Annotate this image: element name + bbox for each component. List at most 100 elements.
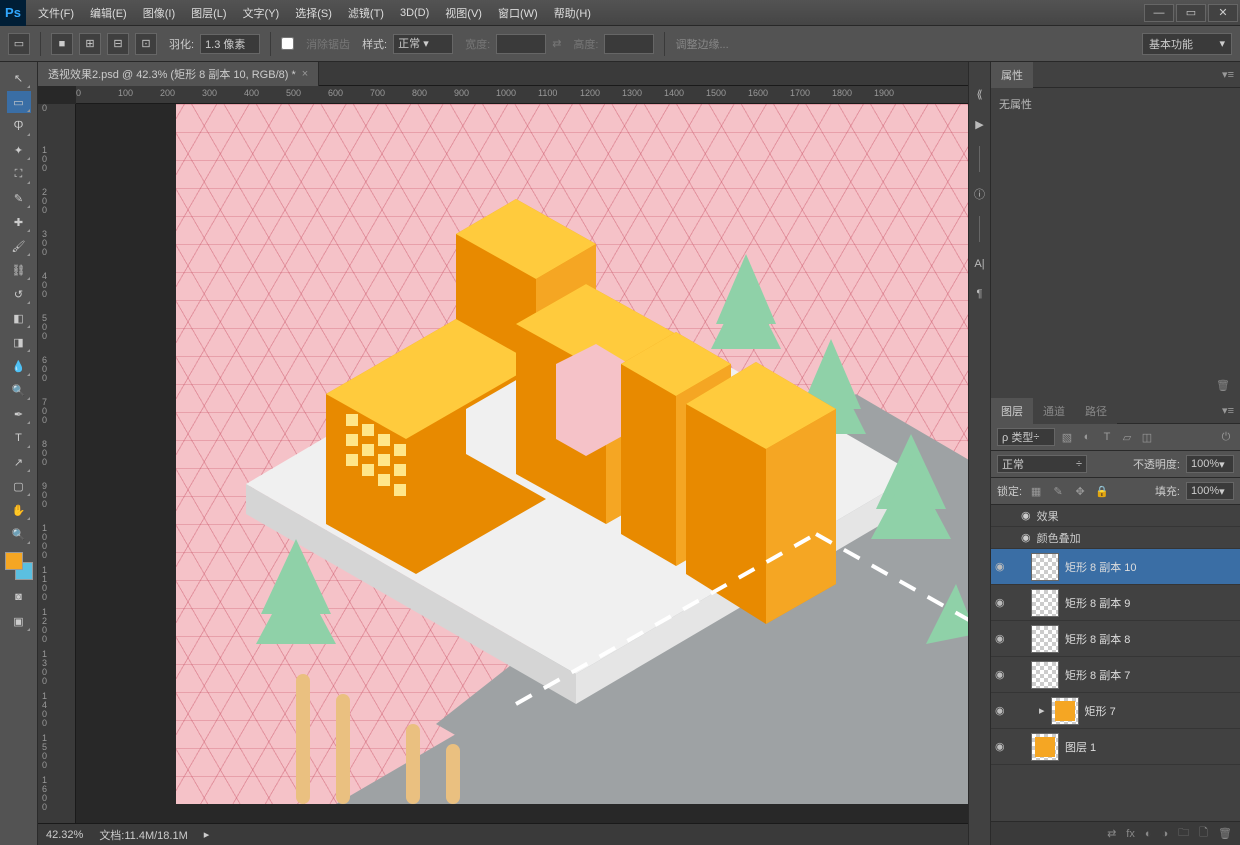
style-select[interactable]: 正常 ▾ <box>393 34 453 54</box>
layer-row[interactable]: ◉矩形 8 副本 10 <box>991 549 1240 585</box>
quickmask-tool[interactable]: ◙ <box>7 586 31 608</box>
menu-view[interactable]: 视图(V) <box>437 0 490 26</box>
filter-toggle-icon[interactable]: ⏻ <box>1218 429 1234 445</box>
filter-adjust-icon[interactable]: ◐ <box>1079 429 1095 445</box>
menu-select[interactable]: 选择(S) <box>287 0 340 26</box>
link-icon[interactable]: ⇄ <box>1107 827 1116 840</box>
fx-color-overlay-row[interactable]: ◉ 颜色叠加 <box>991 527 1240 549</box>
doc-size[interactable]: 文档:11.4M/18.1M <box>99 827 187 843</box>
fx-eye-icon[interactable]: ◉ <box>1021 531 1031 544</box>
hand-tool[interactable]: ✋ <box>7 499 31 521</box>
menu-type[interactable]: 文字(Y) <box>235 0 288 26</box>
channels-tab[interactable]: 通道 <box>1033 398 1075 424</box>
eraser-tool[interactable]: ◧ <box>7 307 31 329</box>
crop-tool[interactable]: ⛶ <box>7 163 31 185</box>
layer-thumbnail[interactable] <box>1031 661 1059 689</box>
fx-collapse-icon[interactable]: ◉ <box>1021 509 1031 522</box>
delete-icon[interactable]: 🗑 <box>1218 827 1232 840</box>
healing-tool[interactable]: ✚ <box>7 211 31 233</box>
brush-tool[interactable]: 🖌 <box>7 235 31 257</box>
document-tab[interactable]: 透视效果2.psd @ 42.3% (矩形 8 副本 10, RGB/8) * … <box>38 62 319 86</box>
wand-tool[interactable]: ✦ <box>7 139 31 161</box>
mask-icon[interactable]: ◐ <box>1145 828 1152 840</box>
color-swatches[interactable] <box>5 552 33 580</box>
dock-play-icon[interactable]: ▶ <box>972 116 988 132</box>
layer-thumbnail[interactable] <box>1031 625 1059 653</box>
canvas[interactable] <box>176 104 968 804</box>
history-brush-tool[interactable]: ↺ <box>7 283 31 305</box>
menu-window[interactable]: 窗口(W) <box>490 0 546 26</box>
feather-input[interactable] <box>200 34 260 54</box>
filter-type-icon[interactable]: T <box>1099 429 1115 445</box>
opacity-input[interactable]: 100% ▾ <box>1186 455 1234 473</box>
canvas-viewport[interactable] <box>76 104 968 823</box>
maximize-button[interactable]: ▭ <box>1176 4 1206 22</box>
dock-character-icon[interactable]: A| <box>972 256 988 272</box>
zoom-value[interactable]: 42.32% <box>46 829 83 841</box>
paths-tab[interactable]: 路径 <box>1075 398 1117 424</box>
dock-paragraph-icon[interactable]: ¶ <box>972 286 988 302</box>
stamp-tool[interactable]: ⛓ <box>7 259 31 281</box>
panel-menu-icon[interactable]: ▾≡ <box>1216 68 1240 81</box>
shape-tool[interactable]: ▢ <box>7 475 31 497</box>
properties-tab[interactable]: 属性 <box>991 62 1033 88</box>
visibility-icon[interactable]: ◉ <box>995 704 1009 718</box>
adjustment-icon[interactable]: ◑ <box>1162 828 1169 840</box>
foreground-color-swatch[interactable] <box>5 552 23 570</box>
ruler-vertical[interactable]: 0100200300400500600700800900100011001200… <box>38 104 76 823</box>
menu-edit[interactable]: 编辑(E) <box>82 0 135 26</box>
menu-filter[interactable]: 滤镜(T) <box>340 0 392 26</box>
ruler-horizontal[interactable]: 0100200300400500600700800900100011001200… <box>76 86 968 104</box>
filter-kind-select[interactable]: ρ 类型 ÷ <box>997 428 1055 446</box>
layer-row[interactable]: ◉▸矩形 7 <box>991 693 1240 729</box>
selection-intersect-icon[interactable]: ⊡ <box>135 33 157 55</box>
gradient-tool[interactable]: ◨ <box>7 331 31 353</box>
dock-expand-icon[interactable]: ⟪ <box>972 86 988 102</box>
marquee-tool[interactable]: ▭ <box>7 91 31 113</box>
layer-thumbnail[interactable] <box>1031 553 1059 581</box>
visibility-icon[interactable]: ◉ <box>995 560 1009 574</box>
blur-tool[interactable]: 💧 <box>7 355 31 377</box>
lock-position-icon[interactable]: ✥ <box>1072 483 1088 499</box>
type-tool[interactable]: T <box>7 427 31 449</box>
trash-icon[interactable]: 🗑 <box>1216 379 1230 392</box>
blend-mode-select[interactable]: 正常 ÷ <box>997 455 1087 473</box>
selection-add-icon[interactable]: ⊞ <box>79 33 101 55</box>
visibility-icon[interactable]: ◉ <box>995 668 1009 682</box>
layer-list[interactable]: ◉ 效果 ◉ 颜色叠加 ◉矩形 8 副本 10◉矩形 8 副本 9◉矩形 8 副… <box>991 505 1240 821</box>
visibility-icon[interactable]: ◉ <box>995 596 1009 610</box>
lasso-tool[interactable]: Ⴔ <box>7 115 31 137</box>
eyedropper-tool[interactable]: ✎ <box>7 187 31 209</box>
fx-icon[interactable]: fx <box>1126 828 1135 840</box>
menu-image[interactable]: 图像(I) <box>135 0 183 26</box>
menu-3d[interactable]: 3D(D) <box>392 0 437 26</box>
layer-thumbnail[interactable] <box>1051 697 1079 725</box>
antialias-checkbox[interactable] <box>281 37 294 50</box>
lock-paint-icon[interactable]: ✎ <box>1050 483 1066 499</box>
lock-all-icon[interactable]: 🔒 <box>1094 483 1110 499</box>
dodge-tool[interactable]: 🔍 <box>7 379 31 401</box>
selection-new-icon[interactable]: ■ <box>51 33 73 55</box>
panel-menu-icon[interactable]: ▾≡ <box>1216 404 1240 417</box>
workspace-select[interactable]: 基本功能▾ <box>1142 33 1232 55</box>
layer-row[interactable]: ◉矩形 8 副本 8 <box>991 621 1240 657</box>
path-tool[interactable]: ↗ <box>7 451 31 473</box>
status-arrow-icon[interactable]: ▸ <box>204 828 210 841</box>
dock-info-icon[interactable]: ⓘ <box>972 186 988 202</box>
screenmode-tool[interactable]: ▣ <box>7 610 31 632</box>
chevron-right-icon[interactable]: ▸ <box>1039 704 1045 717</box>
move-tool[interactable]: ↖ <box>7 67 31 89</box>
pen-tool[interactable]: ✒ <box>7 403 31 425</box>
menu-layer[interactable]: 图层(L) <box>183 0 234 26</box>
zoom-tool[interactable]: 🔍 <box>7 523 31 545</box>
selection-sub-icon[interactable]: ⊟ <box>107 33 129 55</box>
menu-help[interactable]: 帮助(H) <box>546 0 599 26</box>
fill-input[interactable]: 100% ▾ <box>1186 482 1234 500</box>
visibility-icon[interactable]: ◉ <box>995 632 1009 646</box>
swap-icon[interactable]: ⇄ <box>552 37 561 50</box>
close-button[interactable]: ✕ <box>1208 4 1238 22</box>
tool-preset-icon[interactable]: ▭ <box>8 33 30 55</box>
layer-row[interactable]: ◉矩形 8 副本 7 <box>991 657 1240 693</box>
lock-pixels-icon[interactable]: ▦ <box>1028 483 1044 499</box>
group-icon[interactable]: 🗀 <box>1178 824 1189 843</box>
